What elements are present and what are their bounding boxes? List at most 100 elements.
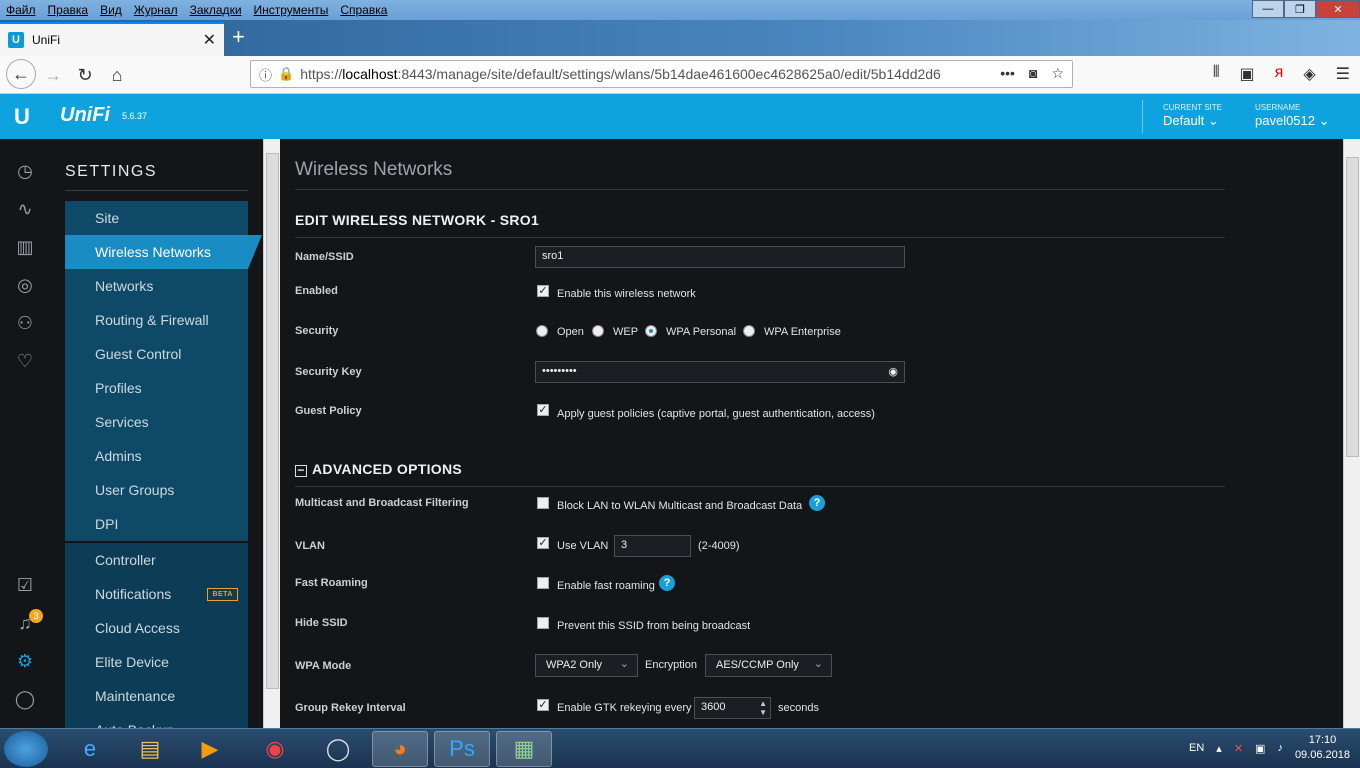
events-icon[interactable]: ☑ bbox=[13, 573, 37, 597]
encryption-select[interactable]: AES/CCMP Only ⌄ bbox=[705, 654, 832, 677]
menu-help[interactable]: Справка bbox=[334, 3, 393, 17]
action-center-icon[interactable]: ▣ bbox=[1255, 742, 1265, 755]
fast-roaming-checkbox[interactable] bbox=[537, 577, 549, 589]
settings-item-wireless-networks[interactable]: Wireless Networks bbox=[65, 235, 262, 269]
nav-scrollbar[interactable] bbox=[263, 139, 280, 729]
current-site-selector[interactable]: CURRENT SITE Default ⌄ bbox=[1163, 103, 1222, 129]
pocket-icon[interactable]: ◙ bbox=[1029, 65, 1037, 82]
clock[interactable]: 17:10 09.06.2018 bbox=[1295, 733, 1350, 763]
close-tab-icon[interactable]: ✕ bbox=[203, 30, 216, 50]
chat-icon[interactable]: ◯ bbox=[13, 687, 37, 711]
home-icon[interactable]: ⌂ bbox=[104, 62, 130, 88]
settings-item-auto-backup[interactable]: Auto Backup bbox=[65, 713, 248, 729]
firefox-icon[interactable]: ◕ bbox=[372, 731, 428, 767]
menu-tools[interactable]: Инструменты bbox=[248, 3, 335, 17]
guest-policy-checkbox[interactable]: ✓ bbox=[537, 404, 549, 416]
security-wpa-enterprise-radio[interactable] bbox=[743, 325, 755, 337]
bookmark-star-icon[interactable]: ☆ bbox=[1051, 65, 1064, 82]
back-icon[interactable]: ← bbox=[6, 59, 36, 89]
settings-item-user-groups[interactable]: User Groups bbox=[65, 473, 248, 507]
insights-icon[interactable]: ♡ bbox=[13, 349, 37, 373]
close-window-button[interactable]: ✕ bbox=[1316, 0, 1360, 18]
settings-gear-icon[interactable]: ⚙ bbox=[13, 649, 37, 673]
security-key-input[interactable]: ••••••••• ◉ bbox=[535, 361, 905, 383]
encryption-label: Encryption bbox=[645, 659, 697, 671]
settings-item-routing-firewall[interactable]: Routing & Firewall bbox=[65, 303, 248, 337]
yandex-icon[interactable]: я bbox=[1275, 64, 1284, 84]
divider bbox=[295, 486, 1225, 487]
settings-item-controller[interactable]: Controller bbox=[65, 543, 248, 577]
ssid-input[interactable]: sro1 bbox=[535, 246, 905, 268]
minimize-button[interactable]: — bbox=[1252, 0, 1284, 18]
statistics-icon[interactable]: ∿ bbox=[13, 197, 37, 221]
wpa-mode-select[interactable]: WPA2 Only ⌄ bbox=[535, 654, 638, 677]
menu-bookmarks[interactable]: Закладки bbox=[184, 3, 248, 17]
menu-file[interactable]: Файл bbox=[0, 3, 42, 17]
stepper-arrows-icon[interactable]: ▲ ▼ bbox=[759, 699, 767, 717]
settings-item-cloud-access[interactable]: Cloud Access bbox=[65, 611, 248, 645]
lock-warning-icon[interactable]: 🔒 bbox=[278, 66, 294, 82]
devices-icon[interactable]: ◎ bbox=[13, 273, 37, 297]
terminal-app-icon[interactable]: ▦ bbox=[496, 731, 552, 767]
scrollbar-thumb[interactable] bbox=[266, 153, 279, 689]
volume-icon[interactable]: ♪ bbox=[1277, 742, 1283, 754]
username-selector[interactable]: USERNAME pavel0512 ⌄ bbox=[1255, 103, 1330, 129]
settings-item-admins[interactable]: Admins bbox=[65, 439, 248, 473]
disc-app-icon[interactable]: ◯ bbox=[310, 731, 366, 767]
vlan-checkbox[interactable]: ✓ bbox=[537, 537, 549, 549]
language-indicator[interactable]: EN bbox=[1189, 742, 1204, 754]
tab-title: UniFi bbox=[32, 33, 61, 47]
settings-item-site[interactable]: Site bbox=[65, 201, 248, 235]
url-bar[interactable]: ⓘ 🔒 https://localhost:8443/manage/site/d… bbox=[250, 60, 1073, 88]
vlan-input[interactable]: 3 bbox=[614, 535, 691, 557]
settings-item-services[interactable]: Services bbox=[65, 405, 248, 439]
maximize-button[interactable]: ❐ bbox=[1284, 0, 1316, 18]
page-scrollbar[interactable] bbox=[1343, 139, 1360, 729]
hamburger-menu-icon[interactable]: ☰ bbox=[1336, 64, 1350, 84]
browser-tab[interactable]: U UniFi ✕ bbox=[0, 22, 224, 56]
clients-icon[interactable]: ⚇ bbox=[13, 311, 37, 335]
sidebar-icon[interactable]: ▣ bbox=[1240, 64, 1255, 84]
security-wpa-personal-radio[interactable] bbox=[645, 325, 657, 337]
windows-start-button[interactable] bbox=[4, 731, 48, 767]
menu-history[interactable]: Журнал bbox=[128, 3, 184, 17]
reload-icon[interactable]: ↻ bbox=[72, 62, 98, 88]
security-wep-radio[interactable] bbox=[592, 325, 604, 337]
media-player-icon[interactable]: ▶ bbox=[182, 731, 238, 767]
network-error-icon[interactable]: ✕ bbox=[1234, 742, 1243, 755]
menu-view[interactable]: Вид bbox=[94, 3, 128, 17]
menu-edit[interactable]: Правка bbox=[42, 3, 95, 17]
help-icon[interactable]: ? bbox=[659, 575, 675, 591]
photoshop-icon[interactable]: Ps bbox=[434, 731, 490, 767]
chrome-icon[interactable]: ◉ bbox=[247, 731, 303, 767]
settings-item-profiles[interactable]: Profiles bbox=[65, 371, 248, 405]
new-tab-icon[interactable]: + bbox=[232, 24, 245, 50]
help-icon[interactable]: ? bbox=[809, 495, 825, 511]
advanced-options-toggle[interactable]: − ADVANCED OPTIONS bbox=[295, 461, 462, 477]
page-actions-icon[interactable]: ••• bbox=[1000, 65, 1015, 82]
settings-item-maintenance[interactable]: Maintenance bbox=[65, 679, 248, 713]
map-icon[interactable]: ▥ bbox=[13, 235, 37, 259]
enabled-checkbox[interactable]: ✓ bbox=[537, 285, 549, 297]
gtk-rekey-checkbox[interactable]: ✓ bbox=[537, 699, 549, 711]
internet-explorer-icon[interactable]: e bbox=[62, 731, 118, 767]
rekey-interval-input[interactable]: 3600 ▲ ▼ bbox=[694, 697, 771, 719]
tray-expand-icon[interactable]: ▴ bbox=[1216, 742, 1222, 755]
settings-item-elite-device[interactable]: Elite Device bbox=[65, 645, 248, 679]
settings-item-networks[interactable]: Networks bbox=[65, 269, 248, 303]
file-explorer-icon[interactable]: ▤ bbox=[122, 731, 178, 767]
scrollbar-thumb[interactable] bbox=[1346, 157, 1359, 457]
library-icon[interactable]: ⫴ bbox=[1213, 64, 1220, 84]
hide-ssid-checkbox[interactable] bbox=[537, 617, 549, 629]
extension-icon[interactable]: ◈ bbox=[1303, 64, 1315, 84]
info-icon[interactable]: ⓘ bbox=[259, 65, 272, 84]
multicast-checkbox[interactable] bbox=[537, 497, 549, 509]
show-password-eye-icon[interactable]: ◉ bbox=[888, 365, 898, 378]
settings-item-dpi[interactable]: DPI bbox=[65, 507, 248, 541]
forward-icon[interactable]: → bbox=[40, 62, 66, 88]
dashboard-icon[interactable]: ◷ bbox=[13, 159, 37, 183]
settings-item-notifications[interactable]: Notifications BETA bbox=[65, 577, 248, 611]
settings-item-guest-control[interactable]: Guest Control bbox=[65, 337, 248, 371]
ubiquiti-logo-icon[interactable]: U bbox=[14, 104, 30, 130]
security-open-radio[interactable] bbox=[536, 325, 548, 337]
